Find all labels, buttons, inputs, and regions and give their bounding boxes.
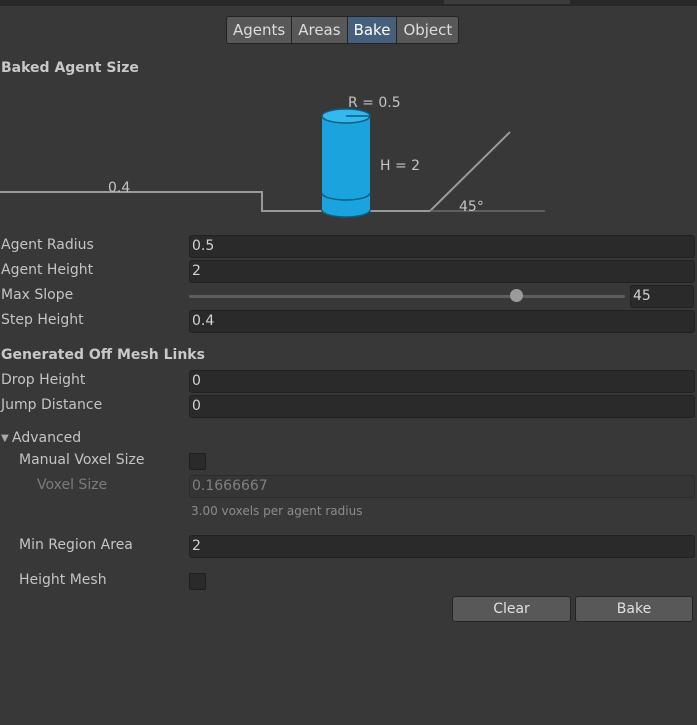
max-slope-input[interactable]: 45	[630, 285, 694, 308]
jump-distance-label: Jump Distance	[1, 397, 103, 413]
height-mesh-checkbox[interactable]	[189, 573, 206, 590]
advanced-foldout-label[interactable]: Advanced	[12, 430, 81, 446]
min-region-area-input[interactable]: 2	[189, 535, 695, 558]
slope-label: 45°	[459, 199, 484, 215]
drop-height-label: Drop Height	[1, 372, 86, 388]
max-slope-label: Max Slope	[1, 287, 74, 303]
off-mesh-links-title: Generated Off Mesh Links	[1, 347, 205, 363]
agent-height-input[interactable]: 2	[189, 260, 695, 283]
tab-agents[interactable]: Agents	[226, 16, 293, 44]
tab-object[interactable]: Object	[396, 16, 460, 44]
manual-voxel-size-checkbox[interactable]	[189, 453, 206, 470]
max-slope-slider-track[interactable]	[189, 295, 625, 298]
advanced-foldout-arrow-icon[interactable]: ▼	[1, 433, 9, 444]
navigation-tabs: Agents Areas Bake Object	[226, 16, 460, 44]
voxel-size-input: 0.1666667	[189, 475, 695, 498]
height-mesh-label: Height Mesh	[19, 572, 107, 588]
window-tab-fragment	[444, 0, 570, 4]
bake-button[interactable]: Bake	[575, 596, 693, 622]
window-top-strip	[0, 0, 697, 6]
voxel-size-label: Voxel Size	[37, 477, 108, 493]
ground-line	[0, 131, 511, 212]
step-height-input[interactable]: 0.4	[189, 310, 695, 333]
step-height-label: Step Height	[1, 312, 84, 328]
clear-button[interactable]: Clear	[452, 596, 571, 622]
baked-agent-size-title: Baked Agent Size	[1, 60, 139, 76]
tab-bake[interactable]: Bake	[346, 16, 398, 44]
agent-radius-label: Agent Radius	[1, 237, 94, 253]
min-region-area-label: Min Region Area	[19, 537, 133, 553]
agent-size-diagram: R = 0.5 H = 2 0.4 45°	[0, 95, 545, 218]
tab-areas[interactable]: Areas	[291, 16, 348, 44]
voxel-hint-text: 3.00 voxels per agent radius	[191, 504, 363, 518]
jump-distance-input[interactable]: 0	[189, 395, 695, 418]
height-label: H = 2	[380, 158, 420, 174]
agent-radius-input[interactable]: 0.5	[189, 235, 695, 258]
agent-height-label: Agent Height	[1, 262, 94, 278]
radius-label: R = 0.5	[348, 95, 401, 111]
max-slope-slider-thumb[interactable]	[509, 289, 523, 302]
agent-cylinder	[321, 108, 371, 218]
manual-voxel-size-label: Manual Voxel Size	[19, 452, 145, 468]
step-label: 0.4	[108, 180, 130, 196]
drop-height-input[interactable]: 0	[189, 370, 695, 393]
